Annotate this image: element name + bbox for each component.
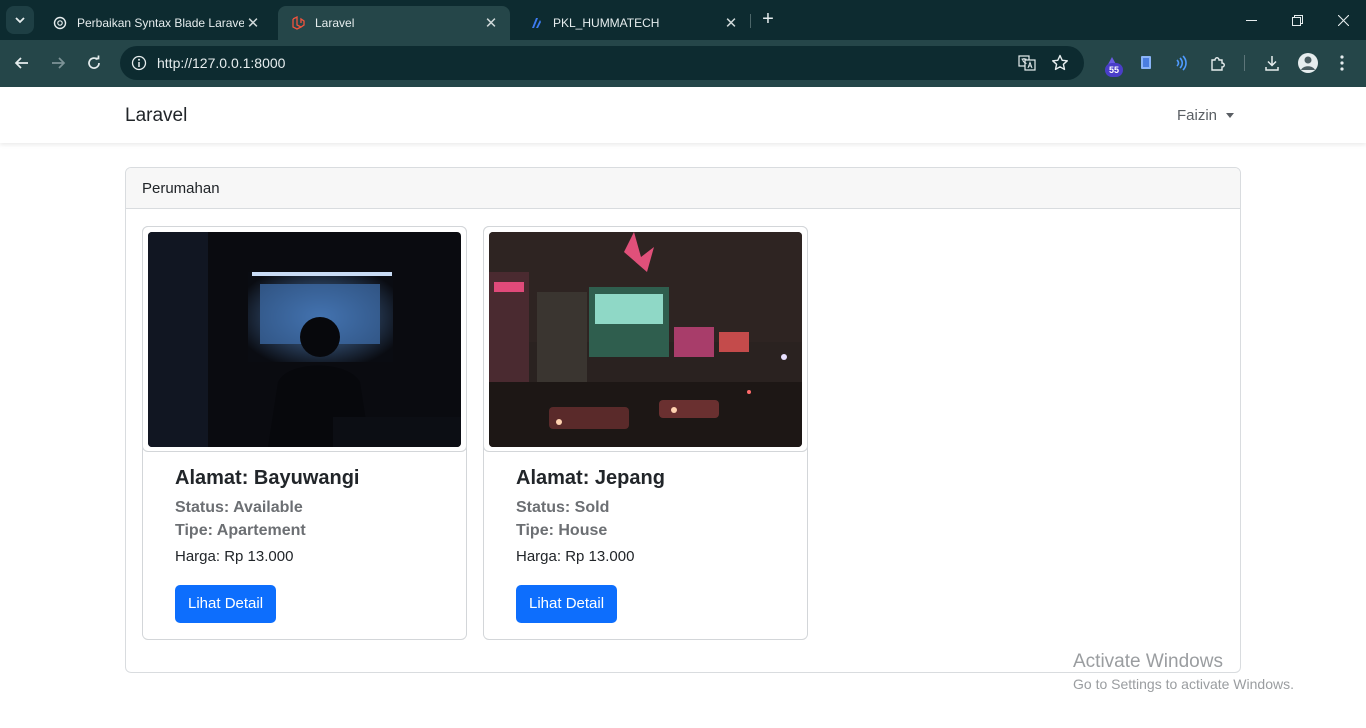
toolbar-separator (1244, 55, 1245, 71)
forward-arrow-icon (52, 57, 66, 69)
translate-icon[interactable] (1016, 52, 1038, 74)
back-arrow-icon (14, 57, 28, 69)
more-menu-icon[interactable] (1329, 50, 1355, 76)
panel-header: Perumahan (126, 168, 1240, 209)
browser-tabstrip: Perbaikan Syntax Blade Laravel ✕ Laravel… (0, 0, 1366, 40)
card-image-frame (142, 226, 467, 452)
close-icon (1337, 14, 1349, 26)
profile-avatar-icon[interactable] (1295, 50, 1321, 76)
card-price: Harga: Rp 13.000 (175, 548, 294, 565)
reload-icon (88, 55, 100, 69)
property-card: Alamat: Jepang Status: Sold Tipe: House … (483, 226, 808, 640)
card-title: Alamat: Jepang (516, 467, 665, 489)
card-body: Alamat: Bayuwangi Status: Available Tipe… (175, 467, 359, 565)
card-type: Tipe: Apartement (175, 522, 306, 539)
user-dropdown[interactable]: Faizin (1177, 107, 1235, 124)
card-body: Alamat: Jepang Status: Sold Tipe: House … (516, 467, 665, 565)
page-content: Laravel Faizin Perumahan Alamat: Bayuwan… (0, 87, 1366, 728)
chevron-down-icon (15, 17, 25, 24)
user-name: Faizin (1177, 107, 1218, 124)
card-price: Harga: Rp 13.000 (516, 548, 635, 565)
navbar: Laravel Faizin (0, 87, 1366, 143)
reload-button[interactable] (80, 49, 108, 77)
wave-extension-icon[interactable] (1168, 50, 1194, 76)
minimize-icon (1245, 19, 1257, 21)
bookmark-star-icon[interactable] (1049, 52, 1071, 74)
app-icon (528, 15, 544, 31)
close-icon[interactable]: ✕ (482, 14, 500, 32)
card-image-frame (483, 226, 808, 452)
openai-icon (52, 15, 68, 31)
property-card: Alamat: Bayuwangi Status: Available Tipe… (142, 226, 467, 640)
card-status: Status: Sold (516, 499, 610, 516)
card-title: Alamat: Bayuwangi (175, 467, 360, 489)
detail-button[interactable]: Lihat Detail (516, 585, 618, 623)
extension-badge: 55 (1105, 63, 1123, 77)
browser-toolbar: http://127.0.0.1:8000 (0, 40, 1366, 87)
card-type: Tipe: House (516, 522, 608, 539)
tab-perbaikan[interactable]: Perbaikan Syntax Blade Laravel ✕ (40, 6, 272, 40)
tab-search-button[interactable] (6, 6, 34, 34)
puzzle-extensions-icon[interactable] (1205, 50, 1231, 76)
site-info-icon[interactable] (128, 52, 150, 74)
property-photo (148, 232, 461, 447)
tab-title: Perbaikan Syntax Blade Laravel (77, 16, 244, 30)
download-icon[interactable] (1259, 50, 1285, 76)
laravel-icon (290, 15, 306, 31)
detail-button[interactable]: Lihat Detail (175, 585, 277, 623)
watermark-title: Activate Windows (1073, 651, 1223, 672)
listing-panel: Perumahan Alamat: Bayuwangi Status: Avai… (125, 167, 1241, 673)
close-window-button[interactable] (1320, 0, 1366, 40)
url-text[interactable]: http://127.0.0.1:8000 (157, 55, 285, 71)
property-photo (489, 232, 802, 447)
tab-laravel[interactable]: Laravel ✕ (278, 6, 510, 40)
document-extension-icon[interactable] (1133, 50, 1159, 76)
card-status: Status: Available (175, 499, 303, 516)
tab-title: PKL_HUMMATECH (553, 16, 660, 30)
back-button[interactable] (8, 49, 36, 77)
tab-title: Laravel (315, 16, 355, 30)
tab-pkl-hummatech[interactable]: PKL_HUMMATECH ✕ (516, 6, 750, 40)
restore-icon (1291, 14, 1303, 26)
windows-activation-watermark: Activate Windows Go to Settings to activ… (1073, 651, 1294, 692)
close-icon[interactable]: ✕ (722, 14, 740, 32)
restore-button[interactable] (1274, 0, 1320, 40)
tab-separator (750, 14, 751, 28)
new-tab-button[interactable]: + (756, 8, 780, 32)
close-icon[interactable]: ✕ (244, 14, 262, 32)
caret-down-icon (1226, 113, 1235, 118)
forward-button[interactable] (44, 49, 72, 77)
watermark-subtitle: Go to Settings to activate Windows. (1073, 676, 1294, 692)
address-bar[interactable]: http://127.0.0.1:8000 (120, 46, 1084, 80)
brand-link[interactable]: Laravel (125, 105, 187, 127)
minimize-button[interactable] (1228, 0, 1274, 40)
